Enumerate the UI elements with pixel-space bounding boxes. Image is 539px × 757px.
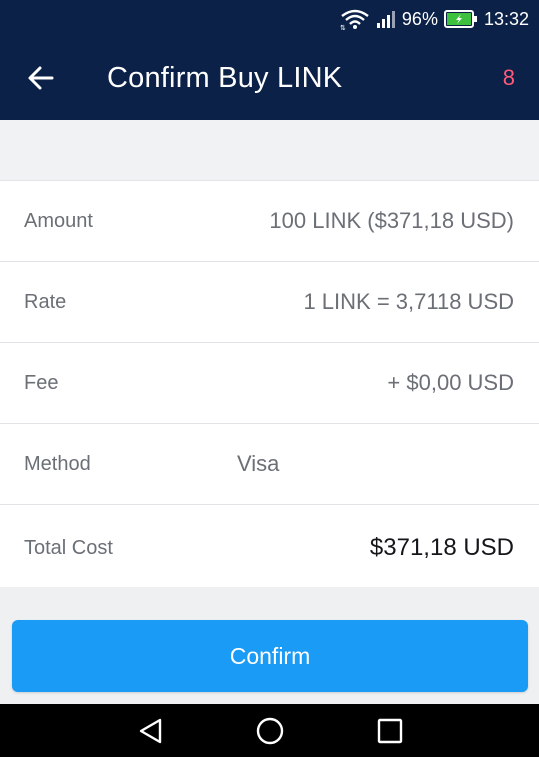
detail-row-fee: Fee + $0,00 USD: [0, 343, 539, 424]
arrow-left-icon[interactable]: [26, 63, 56, 93]
back-triangle-icon[interactable]: [136, 716, 166, 746]
method-label: Method: [24, 453, 91, 475]
status-icons: ⇅ 96% 13:32: [340, 7, 529, 31]
total-cost-value: $371,18 USD: [369, 534, 514, 561]
battery-percent: 96%: [401, 8, 438, 29]
signal-icon: [376, 10, 396, 28]
detail-row-total: Total Cost $371,18 USD: [0, 505, 539, 592]
fee-label: Fee: [24, 372, 59, 394]
wifi-icon: ⇅: [340, 8, 370, 30]
app-header: Confirm Buy LINK 8: [0, 38, 539, 120]
status-bar: ⇅ 96% 13:32: [0, 0, 539, 38]
rate-value: 1 LINK = 3,7118 USD: [303, 289, 514, 314]
amount-value: 100 LINK ($371,18 USD): [269, 208, 514, 233]
amount-label: Amount: [24, 210, 93, 232]
detail-row-amount: Amount 100 LINK ($371,18 USD): [0, 181, 539, 262]
detail-row-rate: Rate 1 LINK = 3,7118 USD: [0, 262, 539, 343]
recents-square-icon[interactable]: [375, 716, 405, 746]
spacer-band: [0, 120, 539, 181]
svg-text:⇅: ⇅: [340, 24, 346, 30]
system-nav-bar: [0, 704, 539, 757]
home-circle-icon[interactable]: [255, 716, 285, 746]
header-badge[interactable]: 8: [503, 65, 515, 91]
detail-row-method[interactable]: Method Visa: [0, 424, 539, 505]
page-title: Confirm Buy LINK: [107, 62, 343, 94]
fee-value: + $0,00 USD: [387, 370, 514, 395]
method-value: Visa: [237, 451, 280, 476]
rate-label: Rate: [24, 291, 67, 313]
total-cost-label: Total Cost: [24, 537, 113, 559]
battery-charging-icon: [443, 10, 478, 28]
order-details: Amount 100 LINK ($371,18 USD) Rate 1 LIN…: [0, 181, 539, 592]
clock: 13:32: [483, 8, 529, 29]
confirm-button[interactable]: Confirm: [12, 620, 528, 692]
